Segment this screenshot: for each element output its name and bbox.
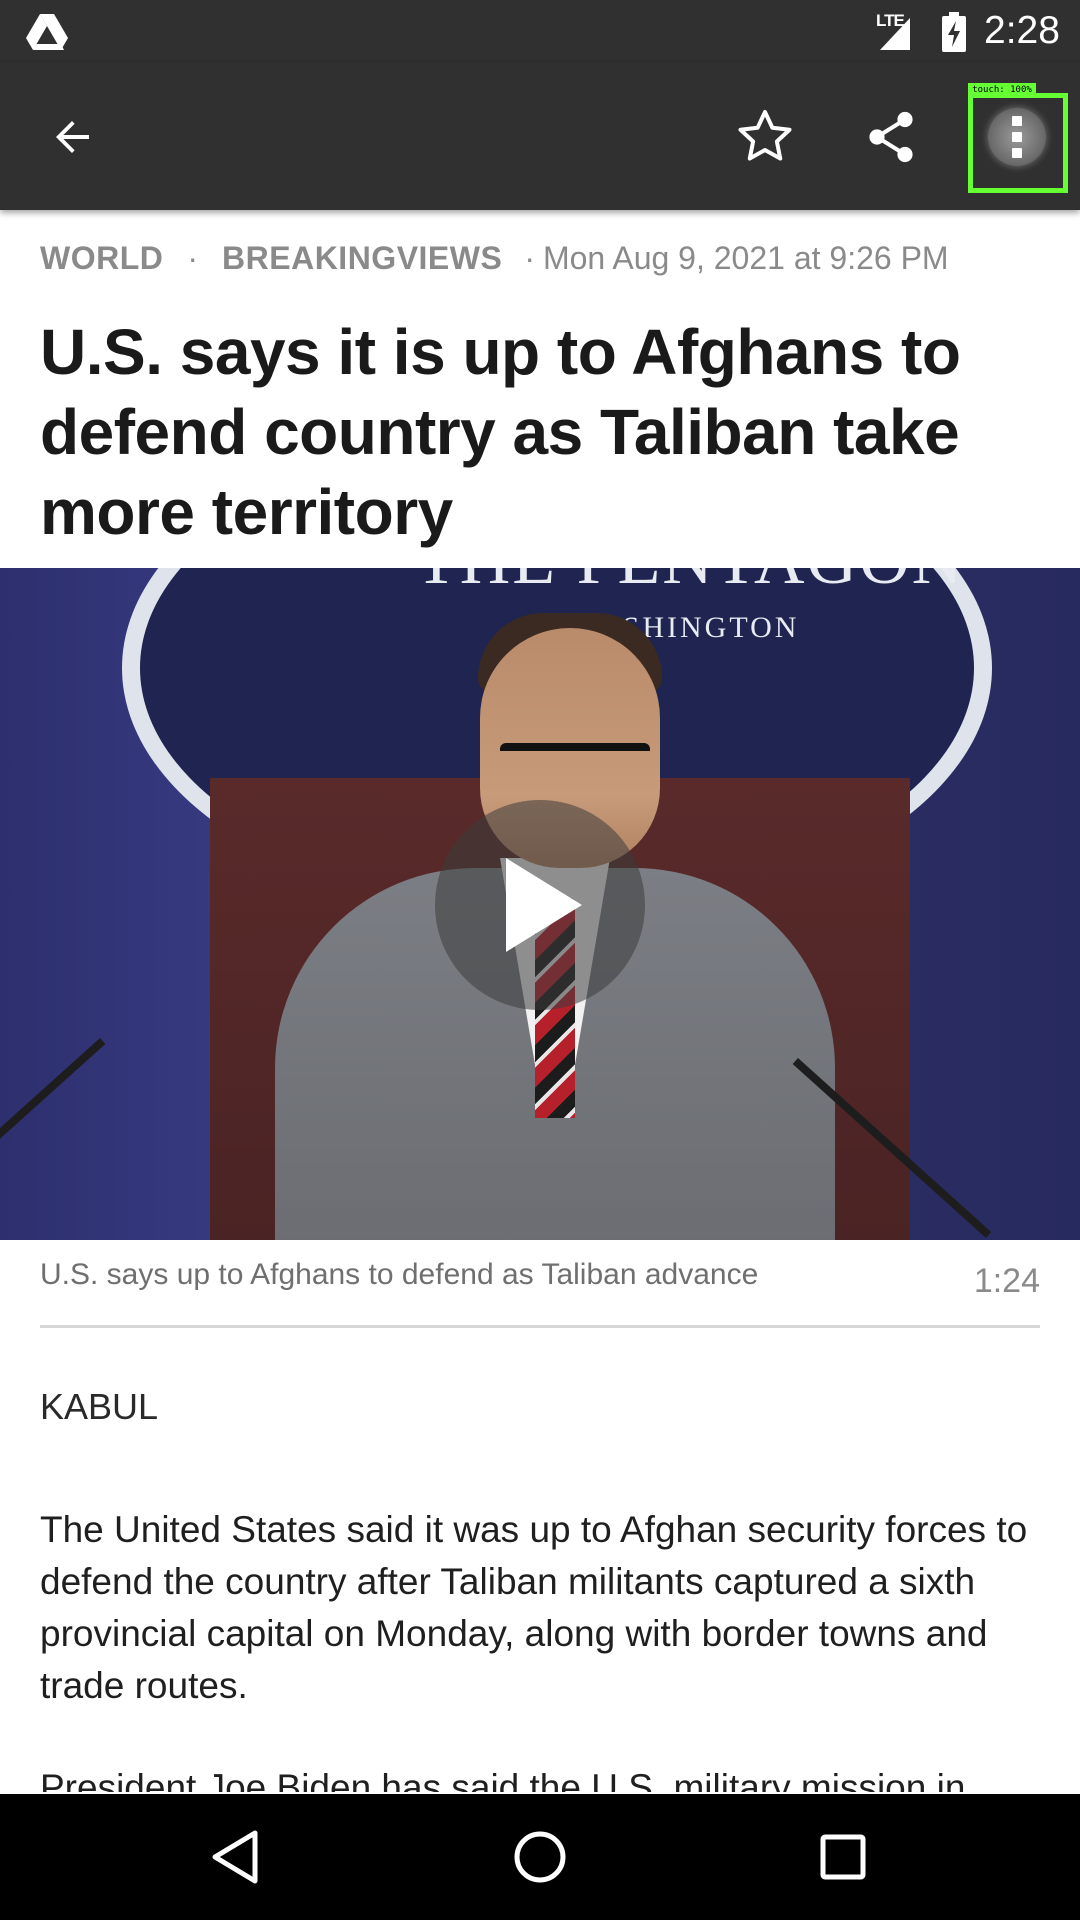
touch-indicator-label: touch: 100% [968, 83, 1036, 97]
video-caption: U.S. says up to Afghans to defend as Tal… [40, 1258, 759, 1291]
share-icon [869, 111, 913, 162]
drive-icon [26, 14, 68, 50]
seal-text: THE PENTAGON [415, 568, 964, 601]
nav-home-button[interactable] [465, 1794, 615, 1920]
speaker-glasses [500, 743, 650, 783]
article-meta: WORLD · BREAKINGVIEWS · Mon Aug 9, 2021 at 9… [40, 240, 1050, 277]
bookmark-button[interactable] [710, 63, 820, 210]
triangle-back-icon [212, 1830, 258, 1884]
nav-recents-button[interactable] [768, 1794, 918, 1920]
category-link[interactable]: WORLD [40, 240, 163, 276]
article-timestamp: Mon Aug 9, 2021 at 9:26 PM [542, 240, 949, 276]
status-bar: LTE 2:28 [0, 0, 1080, 63]
article-paragraph: The United States said it was up to Afgh… [40, 1509, 1028, 1706]
article-headline: U.S. says it is up to Afghans to defend … [40, 316, 961, 548]
article-dateline: KABUL [40, 1386, 159, 1427]
more-vert-icon [988, 107, 1046, 166]
clock: 2:28 [984, 9, 1060, 52]
meta-separator: · [187, 240, 199, 276]
circle-home-icon [514, 1831, 566, 1883]
article-paragraph: President Joe Biden has said the U.S. mi… [40, 1767, 966, 1792]
signal-icon [880, 18, 910, 50]
meta-separator: · [524, 240, 535, 276]
play-button[interactable] [435, 800, 645, 1010]
microphone-left [0, 1038, 106, 1218]
app-bar [0, 63, 1080, 210]
navigation-bar [0, 1794, 1080, 1920]
video-duration: 1:24 [973, 1262, 1040, 1300]
video-player[interactable]: THE PENTAGON WASHINGTON [0, 568, 1080, 1240]
section-link[interactable]: BREAKINGVIEWS [222, 240, 502, 276]
share-button[interactable] [836, 63, 946, 210]
video-caption-row: U.S. says up to Afghans to defend as Tal… [40, 1240, 1040, 1328]
screen: LTE 2:28 touch: 100% WORLD · BREAKINGVIE… [0, 0, 1080, 1920]
arrow-left-icon [56, 120, 89, 153]
back-button[interactable] [18, 63, 128, 210]
play-icon [506, 858, 582, 952]
star-outline-icon [738, 109, 792, 160]
square-recents-icon [820, 1834, 866, 1880]
nav-back-button[interactable] [160, 1794, 310, 1920]
battery-charging-icon [942, 12, 966, 52]
